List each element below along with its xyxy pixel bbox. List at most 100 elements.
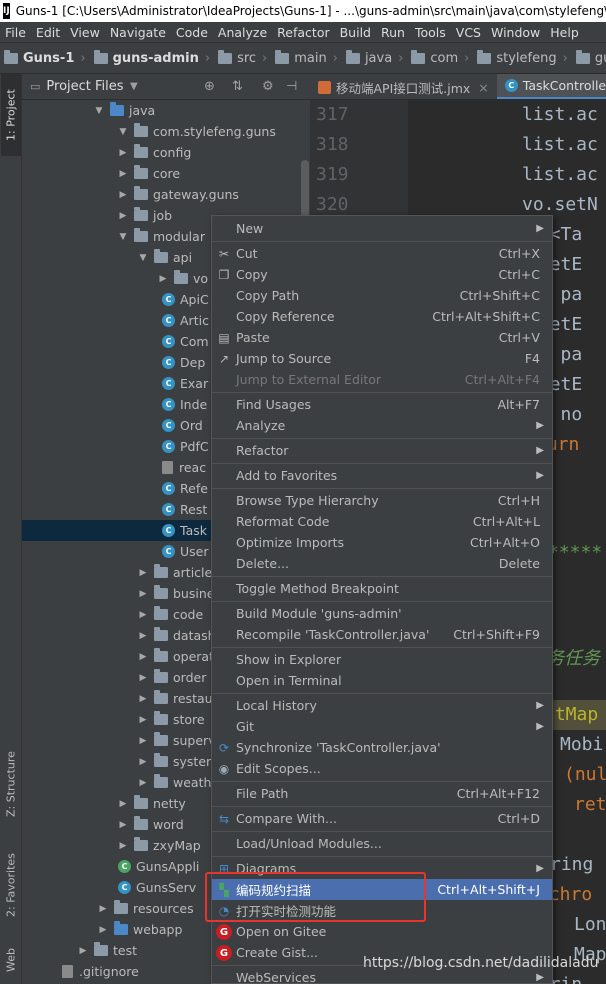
breadcrumb-java[interactable]: java ›: [342, 50, 407, 66]
menu-window[interactable]: Window: [486, 25, 545, 40]
menu-refactor[interactable]: Refactor: [272, 25, 334, 40]
submenu-arrow-icon: ▶: [536, 223, 544, 234]
tree-node-gateway-guns[interactable]: ▶ gateway.guns: [22, 184, 310, 205]
menu-item-edit-scopes[interactable]: ◉ Edit Scopes...: [212, 758, 552, 779]
menu-item-compare-with[interactable]: ⇆ Compare With... Ctrl+D: [212, 808, 552, 829]
menu-item-open-in-terminal[interactable]: Open in Terminal: [212, 670, 552, 691]
collapse-arrow-icon[interactable]: ▶: [138, 652, 148, 662]
menu-run[interactable]: Run: [376, 25, 410, 40]
menu-help[interactable]: Help: [545, 25, 584, 40]
menu-item-toggle-method-breakpoint[interactable]: Toggle Method Breakpoint: [212, 578, 552, 599]
menu-item-synchronize-taskcontroller-java[interactable]: ⟳ Synchronize 'TaskController.java': [212, 737, 552, 758]
tool-tab-project[interactable]: 1: Project: [1, 74, 21, 156]
project-view-selector[interactable]: Project Files: [46, 79, 123, 94]
menu-analyze[interactable]: Analyze: [213, 25, 272, 40]
menu-file[interactable]: File: [0, 25, 31, 40]
menu-item-find-usages[interactable]: Find Usages Alt+F7: [212, 394, 552, 415]
tree-node-java[interactable]: ▼ java: [22, 100, 310, 121]
tool-tab-web[interactable]: Web: [1, 940, 21, 980]
menu-separator: [212, 438, 552, 439]
menu-item-optimize-imports[interactable]: Optimize Imports Ctrl+Alt+O: [212, 532, 552, 553]
target-icon[interactable]: ⊕: [204, 79, 215, 94]
collapse-arrow-icon[interactable]: ▶: [138, 568, 148, 578]
collapse-arrow-icon[interactable]: ▶: [98, 925, 108, 935]
breadcrumb-src[interactable]: src ›: [214, 50, 271, 66]
collapse-arrow-icon[interactable]: ▶: [138, 589, 148, 599]
menu-item-local-history[interactable]: Local History ▶: [212, 695, 552, 716]
menu-item-new[interactable]: New ▶: [212, 218, 552, 239]
collapse-arrow-icon[interactable]: ▶: [138, 673, 148, 683]
collapse-arrow-icon[interactable]: ▶: [158, 274, 168, 284]
editor-tab[interactable]: C TaskController.j: [496, 74, 606, 99]
menu-item-reformat-code[interactable]: Reformat Code Ctrl+Alt+L: [212, 511, 552, 532]
menu-view[interactable]: View: [65, 25, 105, 40]
menu-item-cut[interactable]: ✂ Cut Ctrl+X: [212, 243, 552, 264]
collapse-arrow-icon[interactable]: ▶: [118, 820, 128, 830]
menu-item-add-to-favorites[interactable]: Add to Favorites ▶: [212, 465, 552, 486]
menu-item-open-on-gitee[interactable]: G Open on Gitee: [212, 921, 552, 942]
breadcrumb-stylefeng[interactable]: stylefeng ›: [473, 50, 571, 66]
breadcrumb-label: stylefeng: [496, 51, 557, 66]
menu-edit[interactable]: Edit: [31, 25, 65, 40]
collapse-arrow-icon[interactable]: ▶: [138, 736, 148, 746]
collapse-icon[interactable]: ⇅: [232, 79, 243, 94]
collapse-arrow-icon[interactable]: ▶: [118, 799, 128, 809]
tree-node-label: modular: [153, 229, 205, 244]
menu-item-build-module-guns-admin[interactable]: Build Module 'guns-admin': [212, 603, 552, 624]
collapse-arrow-icon[interactable]: ▶: [118, 190, 128, 200]
collapse-arrow-icon[interactable]: ▶: [118, 148, 128, 158]
hide-icon[interactable]: ⊣: [286, 79, 297, 94]
collapse-arrow-icon[interactable]: ▶: [138, 631, 148, 641]
menu-item-jump-to-source[interactable]: ↗ Jump to Source F4: [212, 348, 552, 369]
gear-icon[interactable]: ⚙: [262, 79, 274, 94]
menu-item-show-in-explorer[interactable]: Show in Explorer: [212, 649, 552, 670]
close-icon[interactable]: ×: [478, 80, 488, 95]
breadcrumb-com[interactable]: com ›: [407, 50, 473, 66]
breadcrumb-guns[interactable]: guns›: [572, 50, 606, 66]
menu-item-paste[interactable]: ▤ Paste Ctrl+V: [212, 327, 552, 348]
collapse-arrow-icon[interactable]: ▶: [138, 778, 148, 788]
collapse-arrow-icon[interactable]: ▶: [138, 715, 148, 725]
menu-item-file-path[interactable]: File Path Ctrl+Alt+F12: [212, 783, 552, 804]
menu-navigate[interactable]: Navigate: [105, 25, 171, 40]
menu-item-shortcut: Delete: [498, 556, 540, 571]
menu-vcs[interactable]: VCS: [451, 25, 486, 40]
editor-tab[interactable]: 移动端API接口测试.jmx ×: [310, 74, 497, 99]
menu-item-delete[interactable]: Delete... Delete: [212, 553, 552, 574]
menu-item-copy-reference[interactable]: Copy Reference Ctrl+Alt+Shift+C: [212, 306, 552, 327]
submenu-arrow-icon: ▶: [536, 470, 544, 481]
menu-item-git[interactable]: Git ▶: [212, 716, 552, 737]
tree-node-config[interactable]: ▶ config: [22, 142, 310, 163]
collapse-arrow-icon[interactable]: ▶: [138, 694, 148, 704]
menu-item-analyze[interactable]: Analyze ▶: [212, 415, 552, 436]
menu-build[interactable]: Build: [335, 25, 376, 40]
collapse-arrow-icon[interactable]: ▶: [138, 610, 148, 620]
breadcrumb-main[interactable]: main ›: [271, 50, 342, 66]
expand-arrow-icon[interactable]: ▼: [118, 127, 128, 137]
breadcrumb-guns-admin[interactable]: guns-admin ›: [90, 50, 215, 66]
collapse-arrow-icon[interactable]: ▶: [118, 169, 128, 179]
expand-arrow-icon[interactable]: ▼: [118, 232, 128, 242]
menu-item-refactor[interactable]: Refactor ▶: [212, 440, 552, 461]
collapse-arrow-icon[interactable]: ▶: [118, 841, 128, 851]
tree-node-core[interactable]: ▶ core: [22, 163, 310, 184]
collapse-arrow-icon[interactable]: ▶: [118, 211, 128, 221]
tool-tab-favorites[interactable]: 2: Favorites: [1, 844, 21, 926]
collapse-arrow-icon[interactable]: ▶: [78, 946, 88, 956]
menu-tools[interactable]: Tools: [410, 25, 451, 40]
menu-item-recompile-taskcontroller-java[interactable]: Recompile 'TaskController.java' Ctrl+Shif…: [212, 624, 552, 645]
menu-separator: [212, 831, 552, 832]
tree-node-com-stylefeng-guns[interactable]: ▼ com.stylefeng.guns: [22, 121, 310, 142]
menu-item-load-unload-modules[interactable]: Load/Unload Modules...: [212, 833, 552, 854]
expand-arrow-icon[interactable]: ▼: [138, 253, 148, 263]
breadcrumb-guns-1[interactable]: Guns-1 ›: [0, 50, 90, 66]
menu-item-copy[interactable]: ❐ Copy Ctrl+C: [212, 264, 552, 285]
menu-item-copy-path[interactable]: Copy Path Ctrl+Shift+C: [212, 285, 552, 306]
menu-code[interactable]: Code: [171, 25, 213, 40]
tool-tab-structure[interactable]: Z: Structure: [1, 742, 21, 826]
collapse-arrow-icon[interactable]: ▶: [98, 904, 108, 914]
menu-item-browse-type-hierarchy[interactable]: Browse Type Hierarchy Ctrl+H: [212, 490, 552, 511]
chevron-down-icon[interactable]: ▼: [130, 81, 138, 92]
collapse-arrow-icon[interactable]: ▶: [138, 757, 148, 767]
expand-arrow-icon[interactable]: ▼: [94, 106, 104, 116]
